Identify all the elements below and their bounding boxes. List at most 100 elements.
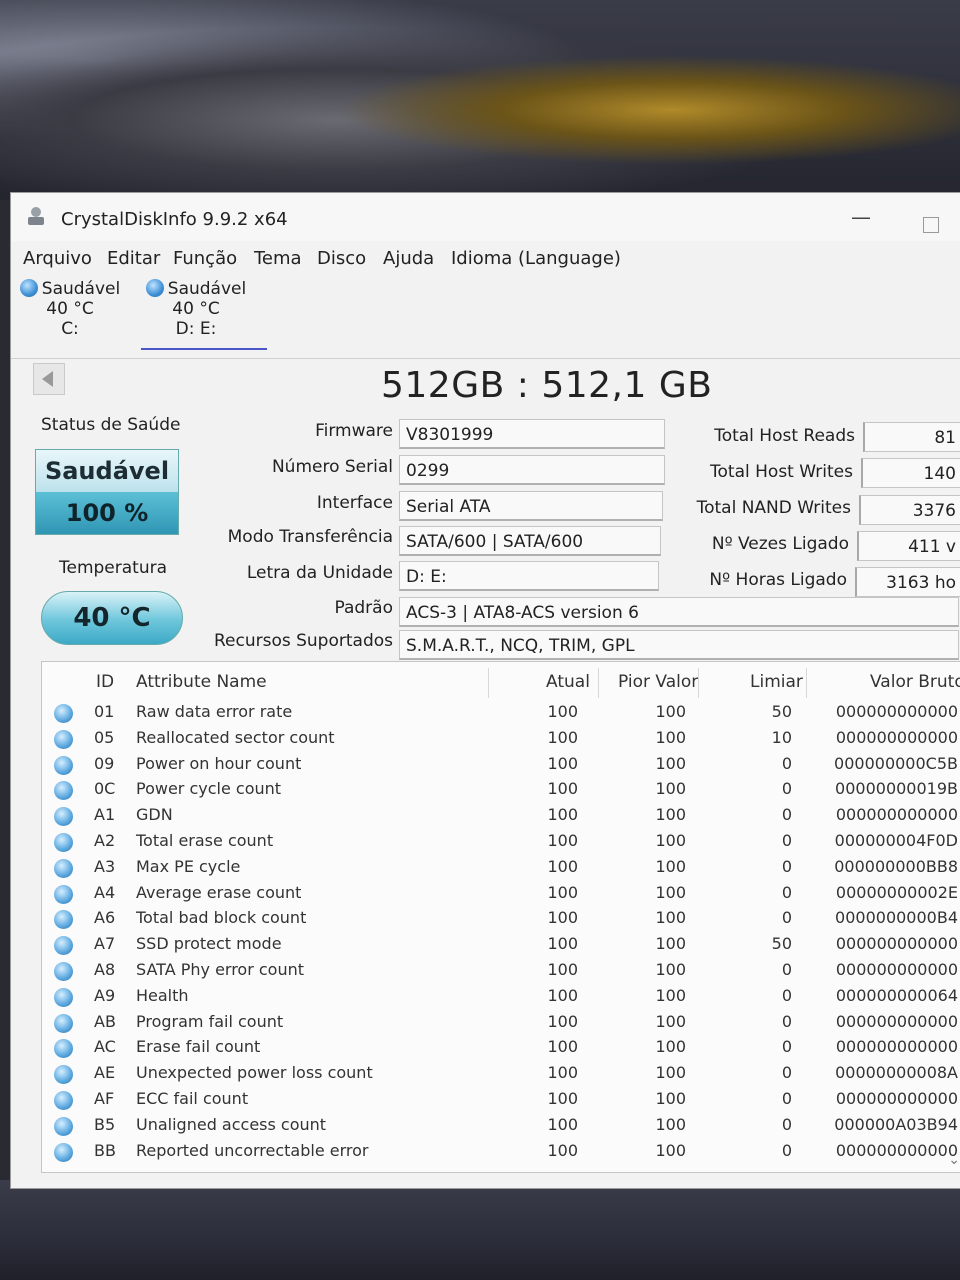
status-dot-icon (54, 987, 73, 1007)
standard-label: Padrão (334, 598, 393, 618)
attribute-raw-value: 000000000064 (835, 985, 958, 1005)
health-status-box[interactable]: Saudável 100 % (35, 449, 179, 535)
table-row[interactable]: AE Unexpected power loss count 100 100 0 0000… (42, 1061, 960, 1087)
header-threshold[interactable]: Limiar (750, 672, 803, 692)
features-label: Recursos Suportados (213, 631, 393, 651)
photo-background-top (0, 0, 960, 200)
attribute-raw-value: 000000000000 (835, 1011, 958, 1031)
attribute-current: 100 (547, 727, 578, 747)
header-raw-value[interactable]: Valor Bruto (870, 672, 960, 692)
menu-tema[interactable]: Tema (254, 248, 302, 269)
table-row[interactable]: A7 SSD protect mode 100 100 50 000000000000 (42, 932, 960, 958)
attribute-raw-value: 000000A03B94 (834, 1114, 958, 1134)
attribute-threshold: 10 (771, 727, 792, 747)
total-nand-writes-label: Total NAND Writes (696, 498, 851, 518)
attribute-threshold: 0 (781, 1089, 792, 1108)
status-dot-icon (54, 1142, 73, 1162)
header-current[interactable]: Atual (546, 672, 590, 692)
table-row[interactable]: A6 Total bad block count 100 100 0 0000000000… (42, 906, 960, 932)
attribute-name: Program fail count (136, 1011, 284, 1031)
attribute-name: Total bad block count (136, 908, 307, 928)
divider (11, 358, 960, 359)
status-dot-icon (54, 962, 73, 981)
disk-tab-c[interactable]: Saudável 40 °C C: (15, 279, 125, 339)
disk-temp: 40 °C (172, 299, 220, 319)
status-dot-icon (54, 884, 73, 904)
health-dot-icon (19, 279, 38, 297)
table-row[interactable]: A3 Max PE cycle 100 100 0 000000000BB8 (42, 855, 960, 881)
table-row[interactable]: AF ECC fail count 100 100 0 000000000000 (42, 1087, 960, 1113)
attribute-id: A1 (94, 805, 116, 825)
chevron-down-icon[interactable]: ⌄ (948, 1152, 960, 1168)
disk-tab-de[interactable]: Saudável 40 °C D: E: (141, 279, 251, 339)
attribute-threshold: 0 (781, 1037, 792, 1057)
table-row[interactable]: A4 Average erase count 100 100 0 00000000002E (42, 881, 960, 907)
attribute-threshold: 0 (781, 753, 792, 773)
attribute-threshold: 0 (781, 779, 792, 799)
total-host-reads-label: Total Host Reads (714, 426, 855, 446)
attribute-threshold: 0 (781, 1063, 792, 1083)
disk-status-row: Saudável (141, 279, 251, 299)
attribute-name: GDN (136, 805, 173, 825)
smart-attributes-table[interactable]: ID Attribute Name Atual Pior Valor Limia… (41, 661, 960, 1173)
menu-idioma[interactable]: Idioma (Language) (451, 248, 621, 269)
attribute-id: B5 (94, 1114, 116, 1134)
attribute-worst: 100 (655, 1037, 686, 1057)
menu-arquivo[interactable]: Arquivo (23, 248, 92, 269)
attribute-raw-value: 00000000008A (835, 1063, 958, 1083)
attribute-worst: 100 (655, 960, 686, 979)
menu-funcao[interactable]: Função (173, 248, 237, 269)
table-row[interactable]: BB Reported uncorrectable error 100 100 0 000… (42, 1139, 960, 1165)
table-row[interactable]: 01 Raw data error rate 100 100 50 00000000000… (42, 700, 960, 726)
status-dot-icon (54, 833, 73, 852)
table-row[interactable]: 09 Power on hour count 100 100 0 000000000C5B (42, 752, 960, 778)
attribute-raw-value: 000000000C5B (834, 753, 958, 773)
attribute-threshold: 0 (781, 882, 792, 902)
attribute-worst: 100 (655, 1140, 686, 1160)
attribute-name: Average erase count (136, 882, 302, 902)
total-host-reads-value: 81 (863, 422, 960, 452)
attribute-raw-value: 000000000000 (835, 702, 958, 721)
attribute-threshold: 0 (781, 1114, 792, 1134)
table-row[interactable]: A9 Health 100 100 0 000000000064 (42, 984, 960, 1010)
table-row[interactable]: A2 Total erase count 100 100 0 000000004F0D (42, 829, 960, 855)
total-host-writes-value: 140 (861, 458, 960, 488)
health-dot-icon (145, 279, 164, 297)
table-row[interactable]: A1 GDN 100 100 0 000000000000 (42, 803, 960, 829)
attribute-name: ECC fail count (136, 1089, 249, 1108)
minimize-button[interactable]: — (851, 205, 871, 229)
header-worst[interactable]: Pior Valor (618, 672, 698, 692)
table-row[interactable]: 05 Reallocated sector count 100 100 10 000000… (42, 726, 960, 752)
previous-disk-button[interactable] (33, 363, 65, 395)
attribute-worst: 100 (655, 805, 686, 825)
attribute-name: Power cycle count (136, 779, 282, 799)
header-attribute-name[interactable]: Attribute Name (136, 672, 267, 692)
attribute-id: 05 (94, 727, 115, 747)
menu-ajuda[interactable]: Ajuda (383, 248, 434, 269)
header-id[interactable]: ID (96, 672, 114, 692)
attribute-current: 100 (547, 702, 578, 721)
attribute-worst: 100 (655, 779, 686, 799)
drive-letter-label: Letra da Unidade (246, 563, 393, 583)
app-icon (28, 207, 44, 225)
attribute-id: AF (94, 1089, 115, 1108)
photo-background-bottom (0, 1180, 960, 1280)
maximize-button[interactable] (923, 217, 939, 233)
attribute-id: BB (94, 1140, 116, 1160)
menu-disco[interactable]: Disco (317, 248, 366, 269)
disk-temp: 40 °C (46, 299, 94, 319)
attribute-current: 100 (547, 805, 578, 825)
interface-label: Interface (316, 493, 393, 513)
table-row[interactable]: B5 Unaligned access count 100 100 0 000000A03… (42, 1113, 960, 1139)
table-row[interactable]: AC Erase fail count 100 100 0 000000000000 (42, 1035, 960, 1061)
attribute-worst: 100 (655, 1011, 686, 1031)
attribute-current: 100 (547, 779, 578, 799)
menu-editar[interactable]: Editar (107, 248, 160, 269)
table-row[interactable]: A8 SATA Phy error count 100 100 0 00000000000… (42, 958, 960, 984)
attribute-threshold: 50 (771, 934, 792, 954)
attribute-id: A4 (94, 882, 116, 902)
attribute-name: SATA Phy error count (136, 960, 305, 979)
table-row[interactable]: 0C Power cycle count 100 100 0 00000000019B (42, 777, 960, 803)
table-row[interactable]: AB Program fail count 100 100 0 000000000000 (42, 1010, 960, 1036)
temperature-value[interactable]: 40 °C (41, 591, 183, 645)
